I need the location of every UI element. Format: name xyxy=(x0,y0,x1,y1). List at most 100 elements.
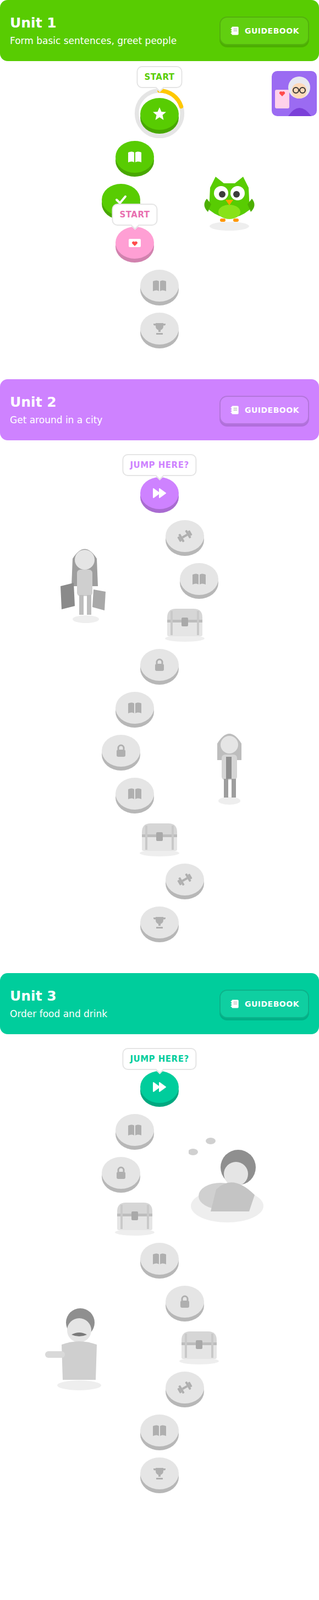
path-slot: START xyxy=(107,222,163,266)
lock-icon xyxy=(176,1291,194,1310)
treasure-chest-node[interactable] xyxy=(177,1327,222,1364)
learning-path: Unit 1 Form basic sentences, greet people… xyxy=(0,0,319,1599)
trophy-icon xyxy=(150,1463,169,1482)
jump-node[interactable] xyxy=(140,1070,179,1103)
unit-subtitle: Form basic sentences, greet people xyxy=(9,35,177,47)
notebook-icon xyxy=(229,997,241,1009)
path-slot xyxy=(157,1280,213,1324)
node-tooltip: JUMP HERE? xyxy=(122,453,197,476)
book-node[interactable] xyxy=(179,562,219,595)
practice-node[interactable] xyxy=(165,862,205,895)
notebook-icon xyxy=(229,404,241,416)
lesson-path: JUMP HERE? xyxy=(0,440,319,973)
node-tooltip: START xyxy=(111,203,158,226)
node-tooltip: START xyxy=(136,66,183,88)
book-node[interactable] xyxy=(115,691,154,724)
lock-node[interactable] xyxy=(101,734,141,767)
lesson-path: JUMP HERE? xyxy=(0,1033,319,1523)
path-slot xyxy=(93,730,149,774)
jump-icon xyxy=(150,1077,169,1096)
book-icon xyxy=(125,147,144,166)
guidebook-button[interactable]: GUIDEBOOK xyxy=(219,988,310,1018)
character-card-icon xyxy=(271,70,317,117)
star-node[interactable] xyxy=(140,97,179,130)
practice-node[interactable] xyxy=(165,519,205,552)
treasure-chest-node[interactable] xyxy=(137,819,182,856)
walking-character-icon xyxy=(207,723,252,806)
book-node[interactable] xyxy=(140,1241,179,1274)
path-slot xyxy=(107,687,163,731)
story-node[interactable] xyxy=(115,226,154,259)
unit-title: Unit 2 xyxy=(9,393,103,410)
guidebook-button[interactable]: GUIDEBOOK xyxy=(219,395,310,425)
path-slot xyxy=(107,773,163,817)
book-node[interactable] xyxy=(140,1413,179,1446)
path-slot xyxy=(107,136,163,180)
book-icon xyxy=(150,276,169,295)
trophy-node[interactable] xyxy=(140,312,179,345)
trophy-icon xyxy=(150,319,169,338)
path-slot xyxy=(157,1366,213,1410)
book-node[interactable] xyxy=(115,1113,154,1146)
path-slot xyxy=(157,515,213,559)
unit-section: Unit 3 Order food and drink GUIDEBOOK JUMP … xyxy=(0,972,319,1523)
path-slot xyxy=(132,644,187,688)
unit-header: Unit 1 Form basic sentences, greet people… xyxy=(0,0,319,62)
notebook-icon xyxy=(229,25,241,37)
sleeping-character-icon xyxy=(188,1122,266,1225)
unit-text: Unit 3 Order food and drink xyxy=(9,987,108,1019)
guidebook-button[interactable]: GUIDEBOOK xyxy=(219,16,310,46)
lock-node[interactable] xyxy=(165,1284,205,1317)
unit-section: Unit 1 Form basic sentences, greet people… xyxy=(0,0,319,379)
lesson-path: STARTSTART xyxy=(0,61,319,379)
practice-icon xyxy=(176,1377,194,1396)
trophy-icon xyxy=(150,913,169,931)
unit-text: Unit 1 Form basic sentences, greet people xyxy=(9,14,177,47)
path-slot xyxy=(93,1152,149,1196)
practice-node[interactable] xyxy=(165,1370,205,1403)
book-node[interactable] xyxy=(115,140,154,173)
trophy-node[interactable] xyxy=(140,905,179,938)
lock-node[interactable] xyxy=(101,1156,141,1188)
treasure-chest-node[interactable] xyxy=(112,1198,157,1235)
story-icon xyxy=(125,233,144,252)
node-tooltip: JUMP HERE? xyxy=(122,1047,197,1070)
book-icon xyxy=(125,784,144,802)
treasure-chest-node[interactable] xyxy=(162,605,207,642)
path-slot xyxy=(132,816,187,860)
path-slot xyxy=(157,601,213,645)
practice-icon xyxy=(176,870,194,888)
unit-section: Unit 2 Get around in a city GUIDEBOOK JUMP … xyxy=(0,378,319,973)
path-slot: JUMP HERE? xyxy=(132,473,187,516)
unit-header: Unit 3 Order food and drink GUIDEBOOK xyxy=(0,972,319,1034)
path-slot xyxy=(171,1323,227,1367)
jump-node[interactable] xyxy=(140,476,179,509)
path-slot: JUMP HERE? xyxy=(132,1066,187,1110)
path-slot xyxy=(171,558,227,602)
unit-header: Unit 2 Get around in a city GUIDEBOOK xyxy=(0,378,319,440)
trophy-node[interactable] xyxy=(140,1456,179,1489)
path-slot xyxy=(132,902,187,945)
unit-title: Unit 1 xyxy=(9,14,177,31)
unit-title: Unit 3 xyxy=(9,987,108,1004)
book-icon xyxy=(125,1120,144,1138)
unit-subtitle: Get around in a city xyxy=(9,414,103,426)
path-slot xyxy=(132,1238,187,1281)
lock-icon xyxy=(150,655,169,674)
mustache-man-icon xyxy=(40,1301,118,1390)
book-icon xyxy=(150,1249,169,1267)
lock-icon xyxy=(112,741,130,759)
path-slot xyxy=(132,1452,187,1496)
star-icon xyxy=(150,105,169,123)
lock-node[interactable] xyxy=(140,648,179,681)
jump-icon xyxy=(150,484,169,502)
path-slot xyxy=(132,308,187,352)
unit-text: Unit 2 Get around in a city xyxy=(9,393,103,426)
book-node[interactable] xyxy=(115,777,154,810)
book-node[interactable] xyxy=(140,269,179,302)
unit-subtitle: Order food and drink xyxy=(9,1007,108,1019)
book-icon xyxy=(125,698,144,717)
owl-mascot-icon xyxy=(199,171,260,232)
path-slot: START xyxy=(132,94,187,137)
shopper-character-icon xyxy=(57,536,113,625)
